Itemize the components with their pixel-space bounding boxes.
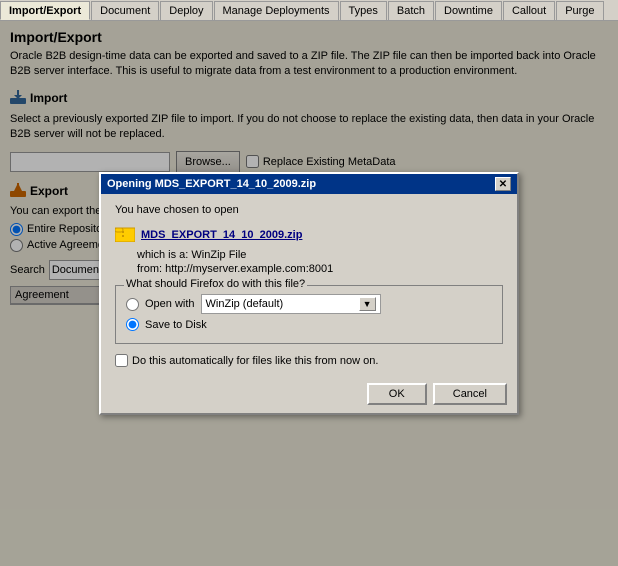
open-file-dialog: Opening MDS_EXPORT_14_10_2009.zip ✕ You … xyxy=(99,172,519,415)
tab-callout[interactable]: Callout xyxy=(503,1,555,20)
winzip-dropdown-arrow-icon: ▼ xyxy=(359,297,376,311)
auto-action-row: Do this automatically for files like thi… xyxy=(115,354,503,367)
save-to-disk-row: Save to Disk xyxy=(126,318,492,331)
dialog-overlay: Opening MDS_EXPORT_14_10_2009.zip ✕ You … xyxy=(0,21,618,566)
dialog-filename[interactable]: MDS_EXPORT_14_10_2009.zip xyxy=(141,229,302,241)
file-info-row: MDS_EXPORT_14_10_2009.zip xyxy=(115,224,503,245)
save-to-disk-radio[interactable] xyxy=(126,318,139,331)
dialog-titlebar: Opening MDS_EXPORT_14_10_2009.zip ✕ xyxy=(101,174,517,194)
main-content: Import/Export Oracle B2B design-time dat… xyxy=(0,21,618,566)
cancel-button[interactable]: Cancel xyxy=(433,383,507,405)
winzip-dropdown[interactable]: WinZip (default) ▼ xyxy=(201,294,381,314)
tab-import-export[interactable]: Import/Export xyxy=(0,1,90,20)
tab-batch[interactable]: Batch xyxy=(388,1,434,20)
dialog-close-button[interactable]: ✕ xyxy=(495,177,511,191)
tab-document[interactable]: Document xyxy=(91,1,159,20)
ok-button[interactable]: OK xyxy=(367,383,427,405)
auto-action-checkbox[interactable] xyxy=(115,354,128,367)
dialog-body: You have chosen to open MDS_EXPORT_14_10… xyxy=(101,194,517,377)
dialog-from: from: http://myserver.example.com:8001 xyxy=(137,263,503,275)
tab-manage-deployments[interactable]: Manage Deployments xyxy=(214,1,339,20)
tab-deploy[interactable]: Deploy xyxy=(160,1,212,20)
tab-downtime[interactable]: Downtime xyxy=(435,1,502,20)
dialog-which-is: which is a: WinZip File xyxy=(137,249,503,261)
dialog-action-section: What should Firefox do with this file? O… xyxy=(115,285,503,344)
dialog-intro-text: You have chosen to open xyxy=(115,204,503,216)
open-with-row: Open with WinZip (default) ▼ xyxy=(126,294,492,314)
top-navigation: Import/Export Document Deploy Manage Dep… xyxy=(0,0,618,21)
auto-action-label: Do this automatically for files like thi… xyxy=(132,355,378,367)
open-with-radio[interactable] xyxy=(126,298,139,311)
tab-types[interactable]: Types xyxy=(340,1,387,20)
zip-file-icon xyxy=(115,224,135,245)
dialog-buttons: OK Cancel xyxy=(101,377,517,413)
dialog-title: Opening MDS_EXPORT_14_10_2009.zip xyxy=(107,178,316,190)
dialog-section-label: What should Firefox do with this file? xyxy=(124,278,307,290)
tab-purge[interactable]: Purge xyxy=(556,1,603,20)
